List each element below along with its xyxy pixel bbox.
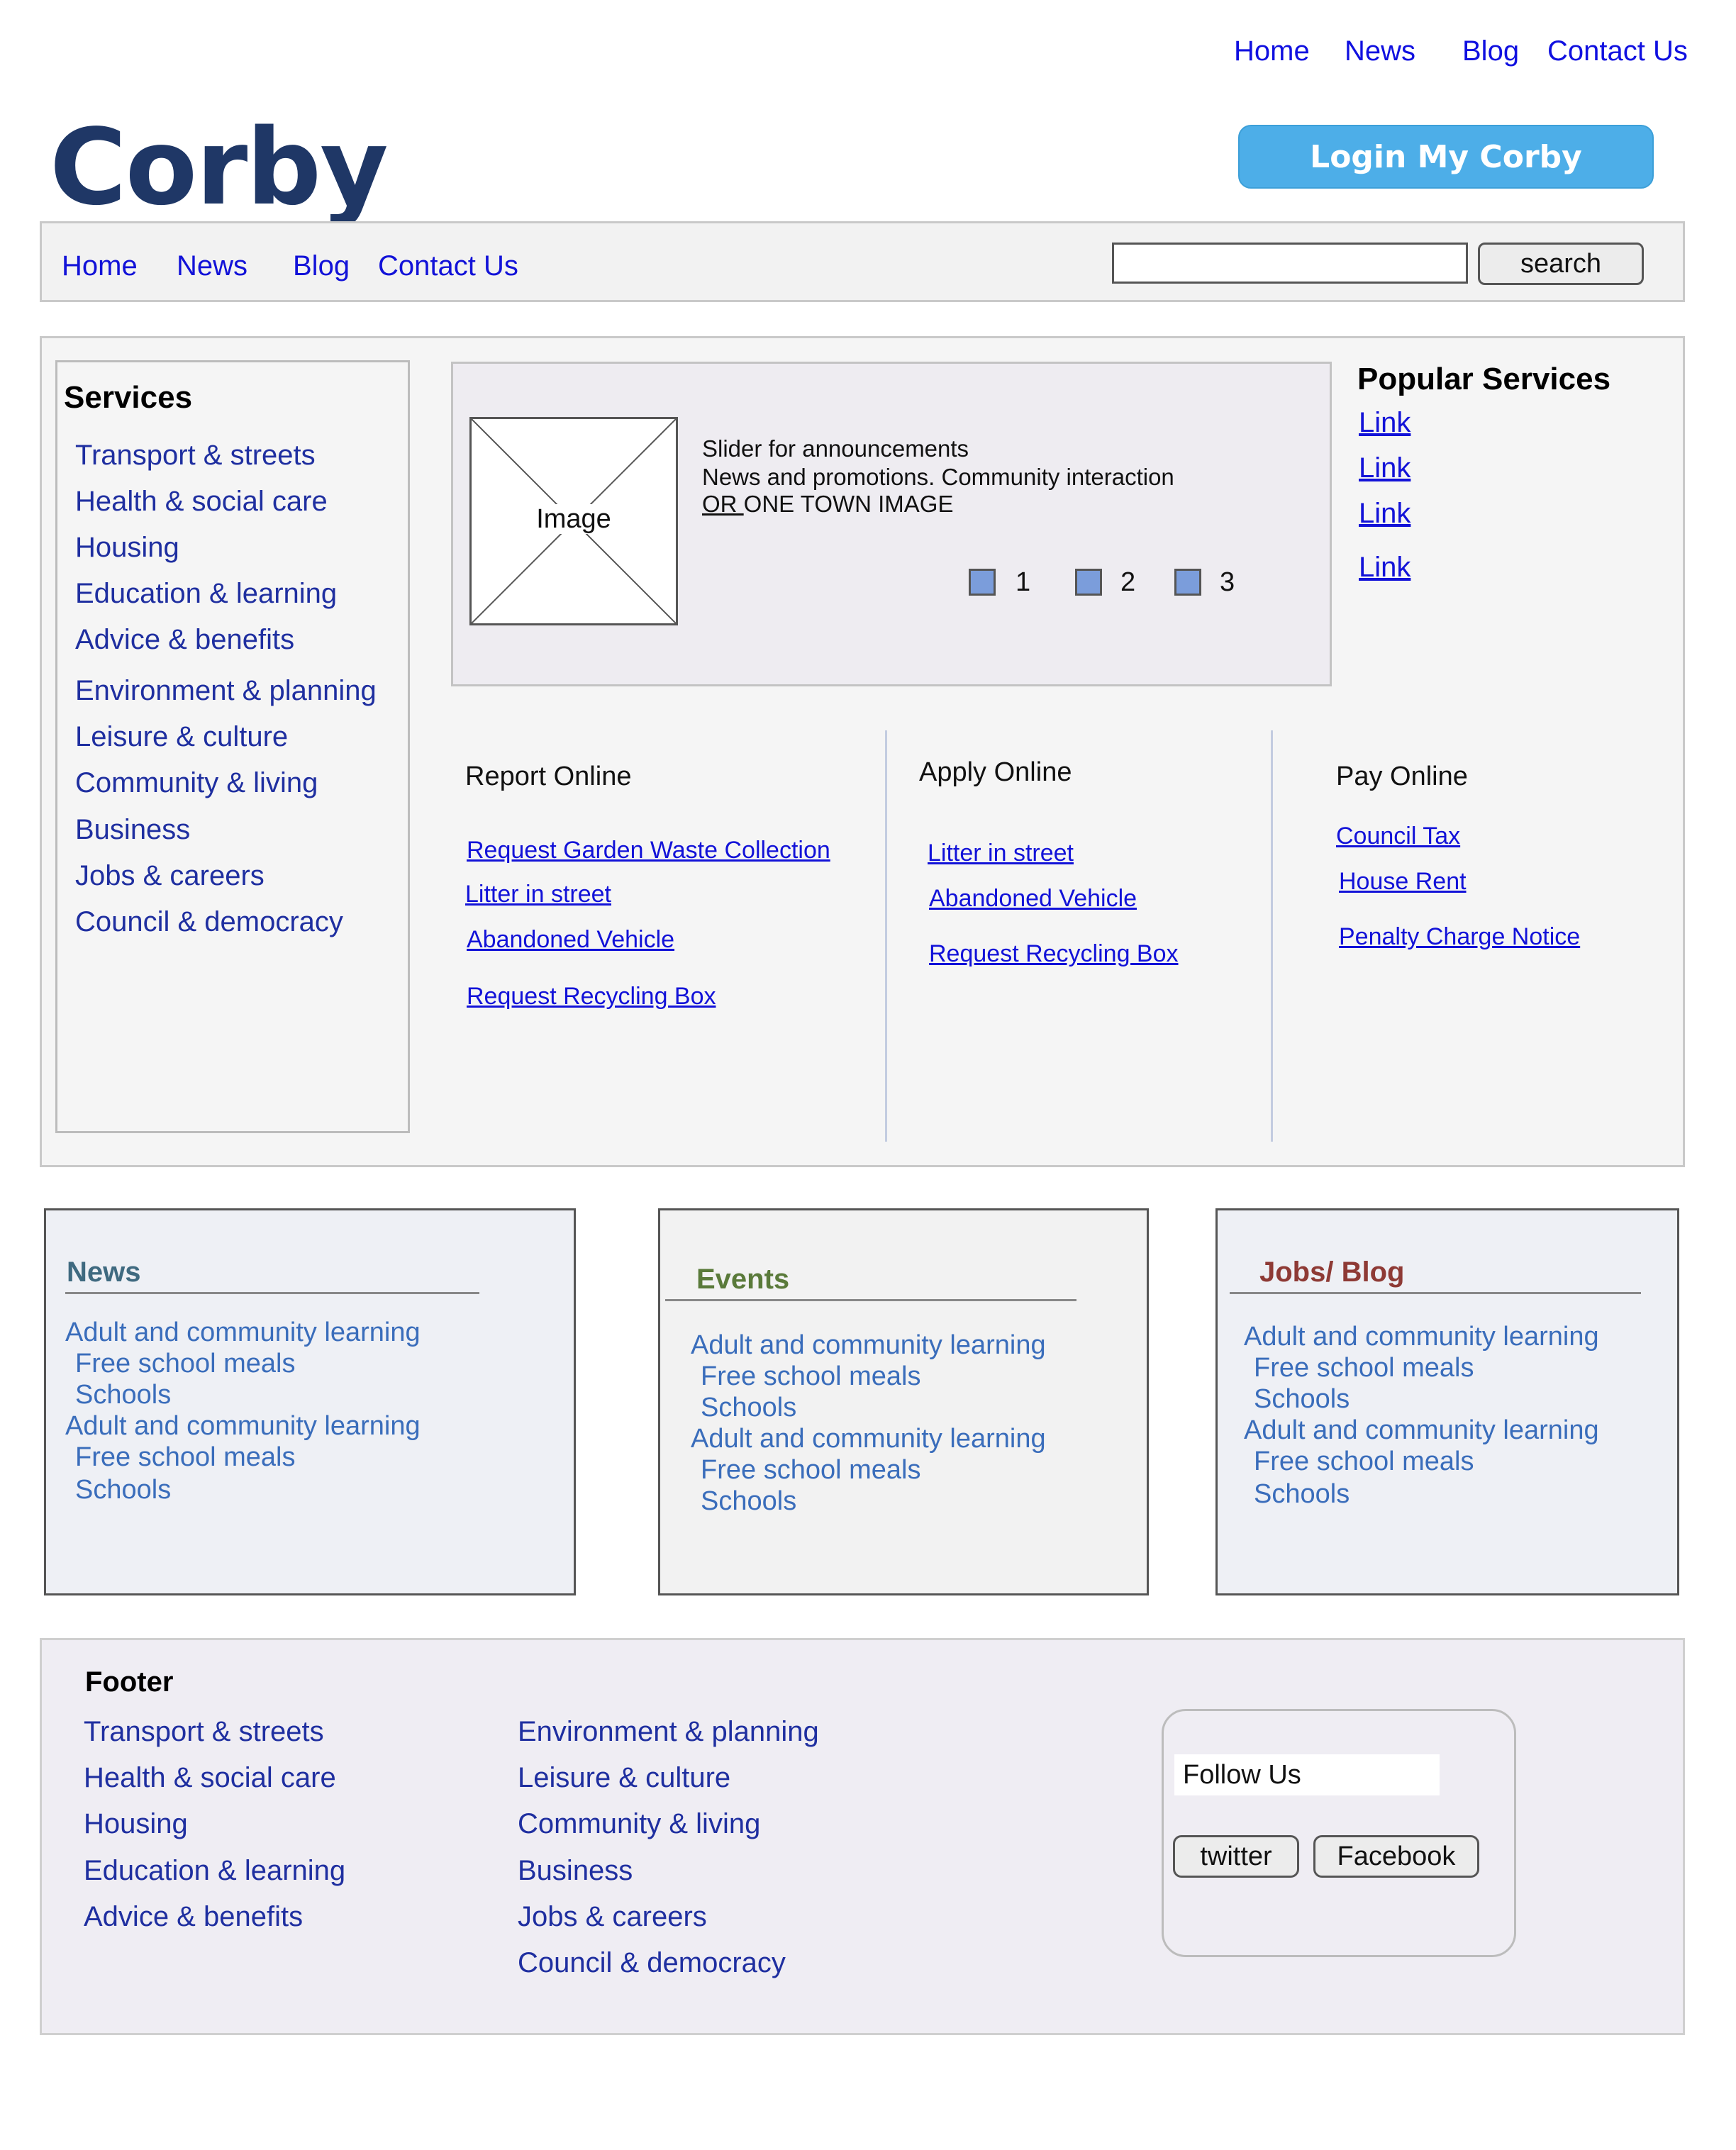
column-divider <box>1271 730 1273 1142</box>
service-link[interactable]: Health & social care <box>75 486 328 518</box>
popular-services-title: Popular Services <box>1357 362 1611 396</box>
pay-link[interactable]: House Rent <box>1339 868 1467 896</box>
card-rule <box>1230 1292 1641 1294</box>
news-card-link[interactable]: Free school meals <box>75 1442 295 1473</box>
footer-link[interactable]: Leisure & culture <box>518 1762 730 1794</box>
news-card-link[interactable]: Adult and community learning <box>65 1318 421 1348</box>
service-link[interactable]: Jobs & careers <box>75 860 265 892</box>
footer-link[interactable]: Housing <box>84 1808 188 1840</box>
follow-us-panel <box>1162 1709 1516 1957</box>
nav-blog[interactable]: Blog <box>293 250 350 282</box>
news-card-link[interactable]: Adult and community learning <box>65 1411 421 1442</box>
footer-link[interactable]: Transport & streets <box>84 1716 324 1748</box>
news-card-link[interactable]: Schools <box>75 1380 171 1410</box>
site-logo[interactable]: Corby <box>50 106 389 228</box>
service-link[interactable]: Advice & benefits <box>75 624 294 656</box>
footer-link[interactable]: Environment & planning <box>518 1716 819 1748</box>
popular-link[interactable]: Link <box>1359 452 1410 484</box>
nav-contact[interactable]: Contact Us <box>378 250 518 282</box>
events-card-link[interactable]: Free school meals <box>701 1361 920 1392</box>
service-link[interactable]: Housing <box>75 532 179 564</box>
report-link[interactable]: Abandoned Vehicle <box>467 926 674 954</box>
events-card-link[interactable]: Adult and community learning <box>691 1330 1046 1361</box>
services-title: Services <box>64 380 193 415</box>
slider-text-3: OR ONE TOWN IMAGE <box>702 491 954 517</box>
pay-link[interactable]: Penalty Charge Notice <box>1339 923 1580 951</box>
events-card-link[interactable]: Free school meals <box>701 1455 920 1486</box>
apply-link[interactable]: Litter in street <box>928 840 1074 867</box>
card-rule <box>65 1292 479 1294</box>
events-card-link[interactable]: Schools <box>701 1393 796 1423</box>
jobs-card-link[interactable]: Schools <box>1254 1479 1350 1510</box>
footer-link[interactable]: Health & social care <box>84 1762 336 1794</box>
jobs-card-link[interactable]: Schools <box>1254 1384 1350 1415</box>
top-nav-contact[interactable]: Contact Us <box>1547 35 1688 78</box>
apply-online-title: Apply Online <box>919 757 1072 787</box>
footer-link[interactable]: Jobs & careers <box>518 1901 707 1933</box>
slider-dot-3[interactable] <box>1174 569 1201 596</box>
pay-link[interactable]: Council Tax <box>1336 823 1460 850</box>
slider-dot-label: 2 <box>1120 567 1136 597</box>
column-divider <box>885 730 887 1142</box>
jobs-blog-card-title: Jobs/ Blog <box>1259 1257 1405 1288</box>
service-link[interactable]: Leisure & culture <box>75 721 288 753</box>
popular-link[interactable]: Link <box>1359 498 1410 530</box>
footer-link[interactable]: Business <box>518 1855 633 1887</box>
events-card-link[interactable]: Adult and community learning <box>691 1424 1046 1454</box>
popular-link[interactable]: Link <box>1359 552 1410 584</box>
events-card-title: Events <box>696 1264 790 1295</box>
service-link[interactable]: Environment & planning <box>75 675 377 707</box>
slider-text-2: News and promotions. Community interacti… <box>702 464 1174 490</box>
apply-link[interactable]: Request Recycling Box <box>929 940 1179 968</box>
top-nav-home[interactable]: Home <box>1234 35 1310 78</box>
news-card-link[interactable]: Free school meals <box>75 1349 295 1379</box>
news-card-link[interactable]: Schools <box>75 1475 171 1505</box>
footer-link[interactable]: Education & learning <box>84 1855 345 1887</box>
top-nav-news[interactable]: News <box>1345 35 1415 78</box>
report-online-title: Report Online <box>465 762 632 791</box>
slider-dot-1[interactable] <box>969 569 996 596</box>
footer-link[interactable]: Advice & benefits <box>84 1901 303 1933</box>
search-button[interactable]: search <box>1478 243 1644 285</box>
slider-text-1: Slider for announcements <box>702 435 969 462</box>
service-link[interactable]: Council & democracy <box>75 906 343 938</box>
slider-dot-2[interactable] <box>1075 569 1102 596</box>
jobs-card-link[interactable]: Adult and community learning <box>1244 1415 1599 1446</box>
top-nav-blog[interactable]: Blog <box>1462 35 1519 78</box>
follow-us-label: Follow Us <box>1174 1754 1440 1795</box>
slider-dot-label: 1 <box>1016 567 1031 597</box>
report-link[interactable]: Request Recycling Box <box>467 983 716 1010</box>
slider-image-placeholder: Image <box>469 417 678 625</box>
image-label: Image <box>472 504 676 535</box>
apply-link[interactable]: Abandoned Vehicle <box>929 885 1137 913</box>
login-button[interactable]: Login My Corby <box>1238 125 1654 189</box>
news-card-title: News <box>67 1257 141 1288</box>
card-rule <box>665 1299 1076 1301</box>
jobs-card-link[interactable]: Adult and community learning <box>1244 1322 1599 1352</box>
search-input[interactable] <box>1112 243 1468 284</box>
events-card-link[interactable]: Schools <box>701 1486 796 1517</box>
footer-link[interactable]: Community & living <box>518 1808 760 1840</box>
footer-link[interactable]: Council & democracy <box>518 1947 786 1979</box>
footer-title: Footer <box>85 1666 174 1698</box>
service-link[interactable]: Transport & streets <box>75 440 316 472</box>
service-link[interactable]: Community & living <box>75 767 318 799</box>
service-link[interactable]: Business <box>75 814 190 846</box>
jobs-card-link[interactable]: Free school meals <box>1254 1353 1474 1383</box>
service-link[interactable]: Education & learning <box>75 578 337 610</box>
slider-dot-label: 3 <box>1220 567 1235 597</box>
pay-online-title: Pay Online <box>1336 762 1468 791</box>
jobs-card-link[interactable]: Free school meals <box>1254 1447 1474 1477</box>
facebook-button[interactable]: Facebook <box>1313 1835 1479 1878</box>
report-link[interactable]: Request Garden Waste Collection <box>467 837 830 864</box>
twitter-button[interactable]: twitter <box>1173 1835 1299 1878</box>
nav-home[interactable]: Home <box>62 250 138 282</box>
nav-news[interactable]: News <box>177 250 247 282</box>
popular-link[interactable]: Link <box>1359 407 1410 439</box>
report-link[interactable]: Litter in street <box>465 881 611 908</box>
